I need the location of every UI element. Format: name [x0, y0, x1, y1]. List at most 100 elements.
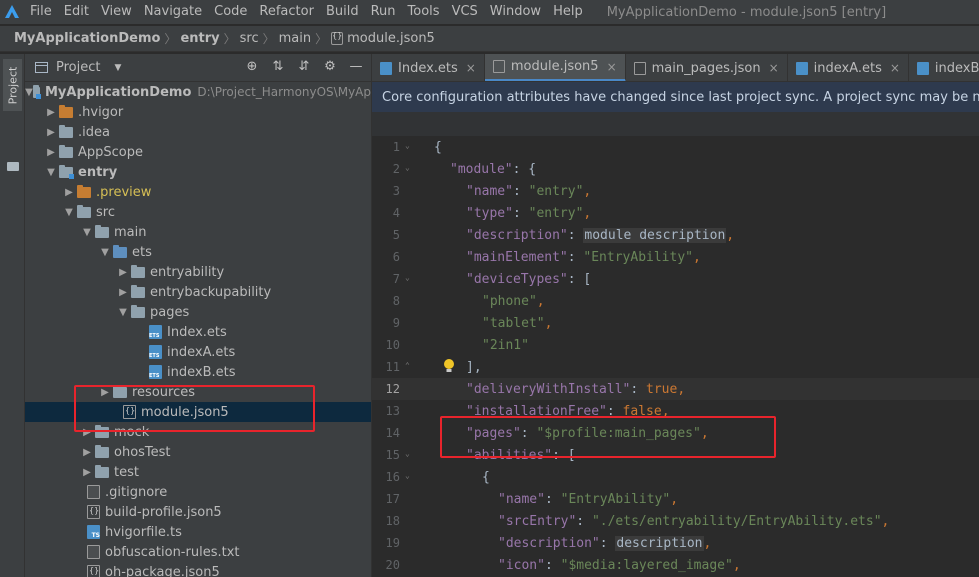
- tree-item-module-json5[interactable]: module.json5: [25, 402, 371, 422]
- chevron-right-icon[interactable]: ▶: [43, 127, 59, 138]
- tree-item-oh-package[interactable]: oh-package.json5: [25, 562, 371, 577]
- tree-item-indexb-ets[interactable]: indexB.ets: [25, 362, 371, 382]
- chevron-down-icon[interactable]: ▼: [97, 247, 113, 258]
- tree-item-obfuscation-rules[interactable]: obfuscation-rules.txt: [25, 542, 371, 562]
- chevron-down-icon[interactable]: ▼: [61, 207, 77, 218]
- close-icon[interactable]: ×: [466, 61, 476, 75]
- locate-icon[interactable]: ⊕: [245, 60, 259, 74]
- tree-item-test[interactable]: ▶ test: [25, 462, 371, 482]
- tree-item-ets[interactable]: ▼ ets: [25, 242, 371, 262]
- menu-file[interactable]: File: [24, 0, 58, 24]
- tree-item-indexa-ets[interactable]: indexA.ets: [25, 342, 371, 362]
- menu-refactor[interactable]: Refactor: [253, 0, 320, 24]
- json-value: "EntryAbility": [560, 491, 671, 507]
- code-line: 6 "mainElement": "EntryAbility",: [372, 246, 979, 268]
- menu-edit[interactable]: Edit: [58, 0, 95, 24]
- line-number: 12: [385, 382, 400, 396]
- project-window-icon: [35, 62, 48, 73]
- tree-item-pages[interactable]: ▼ pages: [25, 302, 371, 322]
- menu-tools[interactable]: Tools: [402, 0, 446, 24]
- line-number: 17: [385, 492, 400, 506]
- tree-item-entryability[interactable]: ▶ entryability: [25, 262, 371, 282]
- menu-window[interactable]: Window: [484, 0, 547, 24]
- tree-item-label: Index.ets: [167, 324, 227, 340]
- breadcrumb-file[interactable]: module.json5: [347, 31, 435, 46]
- chevron-right-icon[interactable]: ▶: [97, 387, 113, 398]
- menu-view[interactable]: View: [95, 0, 138, 24]
- code-area[interactable]: 1 ⌄ { 2 ⌄ "module": { 3 "name": "entry",…: [372, 136, 979, 576]
- chevron-right-icon[interactable]: ▶: [43, 147, 59, 158]
- tree-item-entrybackupability[interactable]: ▶ entrybackupability: [25, 282, 371, 302]
- menu-help[interactable]: Help: [547, 0, 589, 24]
- tab-indexb-ets[interactable]: indexB.ets ×: [909, 54, 979, 81]
- chevron-down-icon[interactable]: ▼: [79, 227, 95, 238]
- tree-item-path: D:\Project_HarmonyOS\MyAp: [197, 85, 371, 99]
- chevron-right-icon[interactable]: ▶: [79, 427, 95, 438]
- fold-icon[interactable]: ⌄: [405, 163, 414, 174]
- fold-icon[interactable]: ⌄: [405, 449, 414, 460]
- collapse-all-icon[interactable]: ⇵: [297, 60, 311, 74]
- tree-item-hvigorfile[interactable]: hvigorfile.ts: [25, 522, 371, 542]
- chevron-right-icon[interactable]: ▶: [115, 287, 131, 298]
- code-line: 19 "description": description,: [372, 532, 979, 554]
- menu-navigate[interactable]: Navigate: [138, 0, 208, 24]
- project-tool-tab[interactable]: Project: [3, 59, 22, 111]
- breadcrumb-module[interactable]: entry: [180, 31, 219, 46]
- tree-item-build-profile[interactable]: build-profile.json5: [25, 502, 371, 522]
- app-logo-icon[interactable]: [0, 0, 24, 24]
- fold-icon[interactable]: ⌄: [405, 471, 414, 482]
- editor-tabs: Index.ets × module.json5 × main_pages.js…: [372, 54, 979, 82]
- project-panel-title[interactable]: Project: [56, 60, 100, 75]
- chevron-down-icon[interactable]: ▼: [115, 307, 131, 318]
- tab-module-json5[interactable]: module.json5 ×: [484, 54, 626, 81]
- tab-index-ets[interactable]: Index.ets ×: [372, 54, 485, 81]
- lightbulb-icon[interactable]: [443, 358, 455, 374]
- chevron-right-icon[interactable]: ▶: [61, 187, 77, 198]
- tab-indexa-ets[interactable]: indexA.ets ×: [788, 54, 909, 81]
- close-icon[interactable]: ×: [890, 61, 900, 75]
- chevron-down-icon[interactable]: ▼: [43, 167, 59, 178]
- fold-icon[interactable]: ⌄: [405, 273, 414, 284]
- menu-run[interactable]: Run: [365, 0, 402, 24]
- tree-item-label: src: [96, 204, 115, 220]
- tree-item-resources[interactable]: ▶ resources: [25, 382, 371, 402]
- chevron-right-icon[interactable]: ▶: [79, 467, 95, 478]
- gear-icon[interactable]: ⚙: [323, 60, 337, 74]
- close-icon[interactable]: ×: [769, 61, 779, 75]
- tree-item-preview[interactable]: ▶ .preview: [25, 182, 371, 202]
- tab-label: indexA.ets: [813, 60, 882, 76]
- hide-icon[interactable]: —: [349, 60, 363, 74]
- dropdown-arrow-icon[interactable]: ▼: [114, 63, 121, 73]
- tree-item-ohostest[interactable]: ▶ ohosTest: [25, 442, 371, 462]
- chevron-right-icon[interactable]: ▶: [79, 447, 95, 458]
- expand-all-icon[interactable]: ⇅: [271, 60, 285, 74]
- fold-icon[interactable]: ⌄: [405, 141, 414, 152]
- close-icon[interactable]: ×: [607, 60, 617, 74]
- menu-build[interactable]: Build: [320, 0, 365, 24]
- line-number: 19: [385, 536, 400, 550]
- tab-main-pages-json[interactable]: main_pages.json ×: [626, 54, 788, 81]
- tree-item-appscope[interactable]: ▶ AppScope: [25, 142, 371, 162]
- menu-vcs[interactable]: VCS: [446, 0, 484, 24]
- breadcrumb-src[interactable]: src: [240, 31, 259, 46]
- tree-item-hvigor[interactable]: ▶ .hvigor: [25, 102, 371, 122]
- breadcrumb-main[interactable]: main: [279, 31, 311, 46]
- chevron-right-icon[interactable]: ▶: [115, 267, 131, 278]
- ets-file-icon: [149, 365, 162, 379]
- breadcrumb-project[interactable]: MyApplicationDemo: [14, 31, 160, 46]
- menu-code[interactable]: Code: [208, 0, 253, 24]
- tree-item-index-ets[interactable]: Index.ets: [25, 322, 371, 342]
- tree-item-label: ets: [132, 244, 152, 260]
- tree-item-mock[interactable]: ▶ mock: [25, 422, 371, 442]
- tree-item-idea[interactable]: ▶ .idea: [25, 122, 371, 142]
- line-number: 3: [392, 184, 400, 198]
- tree-item-root[interactable]: ▼ MyApplicationDemo D:\Project_HarmonyOS…: [25, 82, 371, 102]
- tree-item-entry[interactable]: ▼ entry: [25, 162, 371, 182]
- chevron-down-icon[interactable]: ▼: [25, 87, 33, 98]
- tree-item-main[interactable]: ▼ main: [25, 222, 371, 242]
- tree-item-gitignore[interactable]: .gitignore: [25, 482, 371, 502]
- folder-icon[interactable]: [7, 162, 19, 171]
- tree-item-src[interactable]: ▼ src: [25, 202, 371, 222]
- chevron-right-icon[interactable]: ▶: [43, 107, 59, 118]
- fold-icon[interactable]: ⌃: [405, 361, 414, 372]
